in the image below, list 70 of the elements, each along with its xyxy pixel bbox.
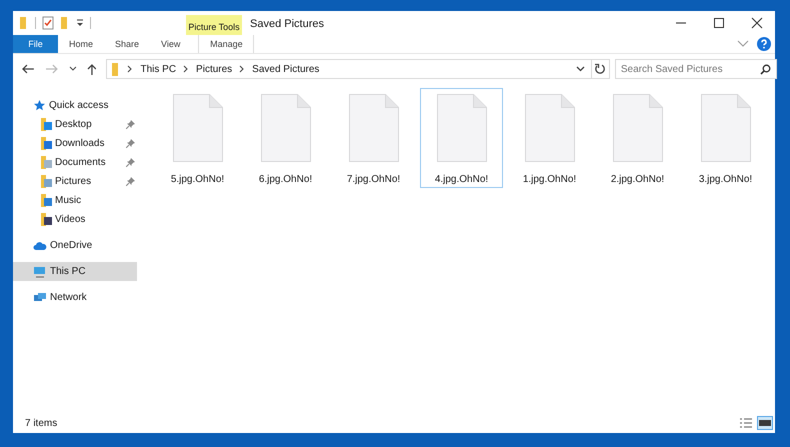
expand-ribbon-icon[interactable] (737, 40, 749, 48)
dropdown-caret-icon[interactable] (576, 66, 586, 72)
sidebar-item[interactable]: Videos (13, 210, 137, 229)
blank-file-icon (436, 94, 486, 162)
folder-icon (41, 194, 52, 207)
folder-icon (41, 213, 52, 226)
file-item[interactable]: 1.jpg.OhNo! (508, 88, 591, 188)
maximize-icon[interactable] (713, 17, 725, 29)
blank-file-icon (348, 94, 398, 162)
sidebar-item[interactable]: Documents (13, 153, 137, 172)
sidebar-item[interactable]: Music (13, 191, 137, 210)
sidebar-item[interactable]: Network (13, 288, 137, 307)
computer-icon (33, 266, 47, 278)
pin-icon[interactable] (126, 158, 135, 167)
refresh-button[interactable] (592, 59, 610, 79)
customize-caret-icon[interactable] (76, 18, 84, 28)
sidebar-item[interactable]: Downloads (13, 134, 137, 153)
pin-icon[interactable] (126, 139, 135, 148)
file-item[interactable]: 6.jpg.OhNo! (244, 88, 327, 188)
file-item[interactable]: 7.jpg.OhNo! (332, 88, 415, 188)
file-item[interactable]: 3.jpg.OhNo! (684, 88, 767, 188)
network-icon (33, 292, 47, 304)
breadcrumb[interactable]: This PC (140, 64, 176, 74)
refresh-icon (594, 63, 606, 75)
details-view-button[interactable] (738, 416, 754, 430)
sidebar-item[interactable]: OneDrive (13, 236, 137, 255)
folder-icon (41, 156, 52, 169)
ribbon-tab[interactable]: Home (58, 35, 104, 53)
back-icon[interactable] (21, 64, 35, 74)
file-item[interactable]: 4.jpg.OhNo! (420, 88, 503, 188)
folder-icon (112, 62, 120, 76)
recent-caret-icon[interactable] (68, 66, 77, 72)
chevron-icon[interactable] (183, 65, 190, 73)
file-item[interactable]: 5.jpg.OhNo! (156, 88, 239, 188)
ribbon-tab[interactable]: View (150, 35, 192, 53)
blank-file-icon (524, 94, 574, 162)
large-icons-view-button[interactable] (757, 416, 773, 430)
item-count: 7 items (25, 418, 58, 428)
large-icons-icon (759, 418, 771, 428)
sidebar-item[interactable]: Pictures (13, 172, 137, 191)
star-icon (33, 99, 46, 112)
file-item[interactable]: 2.jpg.OhNo! (596, 88, 679, 188)
address-bar[interactable]: This PC Pictures Saved Pictures (106, 59, 592, 79)
breadcrumb[interactable]: Saved Pictures (252, 64, 320, 74)
pin-icon[interactable] (126, 177, 135, 186)
help-icon[interactable] (757, 37, 771, 51)
search-field[interactable]: Search Saved Pictures (614, 59, 777, 79)
sidebar-item[interactable]: Desktop (13, 115, 137, 134)
breadcrumb[interactable]: Pictures (196, 64, 232, 74)
blank-file-icon (172, 94, 222, 162)
sidebar-item[interactable]: Quick access (13, 96, 137, 115)
folder-icon (41, 175, 52, 188)
chevron-icon[interactable] (239, 65, 246, 73)
properties-icon[interactable] (42, 16, 54, 30)
details-list-icon (740, 418, 752, 428)
cloud-icon (33, 240, 47, 250)
blank-file-icon (260, 94, 310, 162)
blank-file-icon (612, 94, 662, 162)
context-tab-group: Picture Tools (186, 15, 242, 35)
folder-icon (41, 118, 52, 131)
up-icon[interactable] (86, 62, 96, 76)
close-icon[interactable] (751, 17, 763, 29)
sidebar-item[interactable]: This PC (13, 262, 137, 281)
window-title: Saved Pictures (249, 17, 324, 32)
folder-icon (41, 137, 52, 150)
ribbon-tab[interactable]: Share (104, 35, 150, 53)
blank-file-icon (700, 94, 750, 162)
file-tab[interactable]: File (13, 35, 58, 53)
pin-icon[interactable] (126, 120, 135, 129)
chevron-icon[interactable] (127, 65, 134, 73)
